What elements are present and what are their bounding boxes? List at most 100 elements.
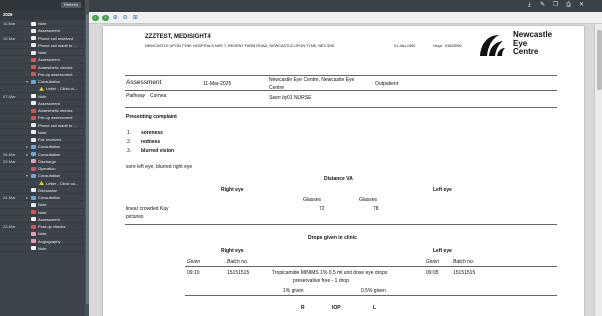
fit-page-icon[interactable]: ⊞ — [132, 15, 139, 22]
sidebar-event-item[interactable]: Letter - Clinic ct... — [0, 85, 85, 93]
assessment-icon — [31, 224, 36, 229]
assessment-icon — [31, 108, 36, 113]
expand-toggle-icon[interactable]: ▸ — [26, 194, 28, 201]
viewer-toolbar: ‹ › ⊕ ⊖ ⊞ — [89, 12, 602, 24]
event-list: 11-Mar Note Assessment 10-Mar Phone call rec… — [0, 20, 85, 252]
document-icon — [31, 28, 36, 33]
document-icon — [31, 202, 36, 207]
warning-icon — [39, 86, 44, 91]
sidebar-event-item[interactable]: Assessment — [0, 216, 85, 223]
pathway-value: Cornea — [150, 93, 167, 99]
sidebar-event-item[interactable]: Phone call made to ... — [0, 42, 85, 49]
prev-page-button[interactable]: ‹ — [92, 14, 99, 21]
expand-toggle-icon[interactable]: ▸ — [26, 151, 28, 158]
sidebar-event-item[interactable]: Letter - Clinic ou... — [0, 180, 85, 187]
event-icon — [31, 239, 36, 243]
app-window: Refresh 2025 11-Mar Note Assessment 10-Mar P… — [0, 0, 602, 316]
assessment-location-1: Newcastle Eye Centre, Newcastle Eye — [269, 77, 355, 83]
sidebar-event-item[interactable]: Angiography — [0, 238, 85, 245]
event-date: 07-Mar — [3, 93, 16, 99]
drops-left-given-header: Given — [426, 259, 440, 265]
zoom-in-icon[interactable]: ⊕ — [112, 15, 119, 22]
sidebar-event-item[interactable]: 07-Mar Note — [0, 93, 85, 100]
event-label: Consultation — [38, 79, 61, 84]
event-label: Assessment — [38, 57, 60, 63]
download-icon[interactable]: ⤓ — [526, 2, 533, 9]
sidebar-event-item[interactable]: Pre-op assessment — [0, 114, 85, 122]
drops-heading: Drops given in clinic — [308, 235, 357, 241]
sidebar-event-item[interactable]: Pre-op assessment — [0, 71, 85, 78]
sidebar-event-item[interactable]: 11-Mar Note — [0, 20, 85, 28]
sidebar-event-item[interactable]: Note — [0, 230, 85, 238]
event-label: Note — [38, 50, 47, 55]
sidebar-event-item[interactable]: Note — [0, 209, 85, 216]
sidebar-event-item[interactable]: Operation — [0, 165, 85, 173]
event-label: Assessment — [38, 100, 60, 106]
next-page-button[interactable]: › — [102, 14, 109, 21]
complaint-num-2: 2. — [127, 139, 132, 145]
sidebar-event-item[interactable]: Assessment — [0, 27, 85, 35]
close-icon[interactable]: ✕ — [578, 2, 585, 9]
drops-right-batch-header: Batch no. — [227, 259, 249, 265]
refresh-button[interactable]: Refresh — [60, 2, 81, 8]
sidebar-event-item[interactable]: ▾ Consultation — [0, 78, 85, 86]
viewer-scroll-thumb[interactable] — [596, 30, 602, 90]
iop-col-iop: IOP — [332, 305, 341, 311]
warning-icon — [39, 181, 44, 185]
event-label: Letter - Clinic ou... — [46, 180, 79, 186]
document-icon — [31, 130, 36, 135]
drops-right-given-header: Given — [187, 259, 201, 265]
event-label: Letter - Clinic ct... — [46, 86, 78, 92]
zoom-out-icon[interactable]: ⊖ — [122, 15, 129, 22]
sidebar-event-item[interactable]: Assessment — [0, 100, 85, 107]
event-label: Operation — [38, 166, 56, 171]
sidebar-event-item[interactable]: Phone call made to ... — [0, 122, 85, 129]
complaint-item-2: redness — [141, 139, 161, 145]
sidebar-header: Refresh — [0, 0, 85, 10]
note-icon — [31, 94, 36, 98]
sidebar-event-item[interactable]: Fax received — [0, 136, 85, 144]
year-heading: 2025 — [0, 10, 85, 20]
sidebar-event-item[interactable]: ▸ Consultation — [0, 143, 85, 151]
document-icon — [31, 137, 36, 142]
sidebar-event-item[interactable]: Assessment — [0, 56, 85, 64]
sidebar-event-item[interactable]: Note — [0, 245, 85, 252]
hospital-logo: Newcastle Eye Centre — [477, 30, 567, 60]
sidebar-event-item[interactable]: Note — [0, 129, 85, 136]
patient-name: ZZZTEST, MEDISIGHT4 — [145, 34, 211, 40]
expand-toggle-icon[interactable]: ▸ — [26, 143, 28, 150]
copy-icon[interactable]: ❐ — [552, 2, 559, 9]
sidebar-event-item[interactable]: 24-Mar ▸ Consultation — [0, 194, 85, 202]
expand-toggle-icon[interactable]: ▾ — [26, 78, 28, 85]
edit-icon[interactable]: ✎ — [539, 2, 546, 9]
pathway-label: Pathway — [126, 93, 146, 99]
event-date: 10-Mar — [3, 35, 16, 41]
sidebar-event-item[interactable]: 23-Mar Post-op checks — [0, 223, 85, 231]
va-row-label-2: pictures — [126, 214, 144, 220]
sidebar-event-item[interactable]: 06-Mar ▸ Consultation — [0, 151, 85, 158]
sidebar-event-item[interactable]: 25-Mar Discharge — [0, 158, 85, 165]
sidebar-event-item[interactable]: Note — [0, 49, 85, 57]
document-icon — [31, 217, 36, 222]
sidebar-event-item[interactable]: Discussion — [0, 187, 85, 194]
assessment-type: Outpatient — [375, 81, 399, 87]
print-icon[interactable]: ⎙ — [565, 2, 572, 9]
expand-toggle-icon[interactable]: ▾ — [26, 172, 28, 179]
hosp-label: Hosp — [433, 44, 442, 48]
sidebar-event-item[interactable]: ▾ Consultation — [0, 172, 85, 180]
event-label: Note — [38, 129, 47, 135]
event-label: Note — [38, 21, 47, 26]
event-icon — [31, 159, 36, 164]
sidebar-event-item[interactable]: Anaesthetic checks — [0, 107, 85, 115]
event-label: Note — [38, 202, 47, 208]
document-icon — [31, 188, 36, 193]
event-label: Discharge — [38, 158, 57, 164]
event-label: Discussion — [38, 187, 58, 193]
drops-right-eye-heading: Right eye — [221, 248, 244, 254]
event-label: Note — [38, 245, 47, 251]
sidebar-event-item[interactable]: Note — [0, 201, 85, 209]
sidebar-event-item[interactable]: Anaesthetic checks — [0, 64, 85, 71]
viewer-scrollbar[interactable] — [594, 24, 602, 316]
sidebar-event-item[interactable]: 10-Mar Phone call received — [0, 35, 85, 42]
event-label: Phone call received — [38, 35, 73, 41]
